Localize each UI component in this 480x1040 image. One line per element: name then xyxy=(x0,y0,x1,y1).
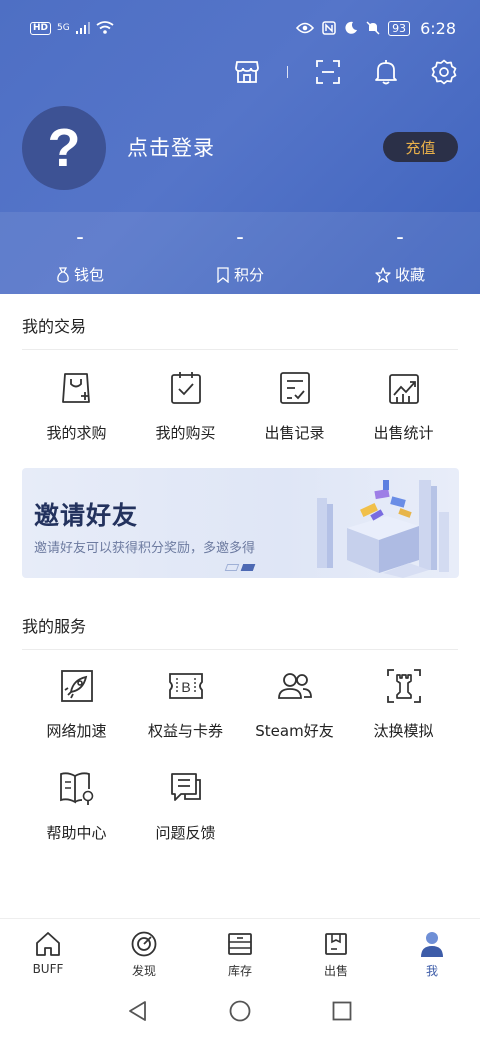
system-nav-bar xyxy=(0,986,480,1040)
service-item-label: 汰换模拟 xyxy=(373,722,434,740)
discover-icon xyxy=(129,929,159,959)
stat-value: – xyxy=(76,230,84,246)
sell-box-icon xyxy=(321,929,351,959)
rocket-icon xyxy=(57,666,97,706)
stat-label: 钱包 xyxy=(73,266,104,284)
stat-value: – xyxy=(236,230,244,246)
service-item-label: 帮助中心 xyxy=(46,824,107,842)
trade-item-label: 出售统计 xyxy=(373,424,434,442)
store-icon[interactable] xyxy=(233,58,261,86)
mute-bell-icon xyxy=(366,21,380,35)
stat-value: – xyxy=(396,230,404,246)
service-item-help-center[interactable]: 帮助中心 xyxy=(22,768,131,843)
banner-subtitle: 邀请好友可以获得积分奖励，多邀多得 xyxy=(34,541,256,556)
service-item-coupons[interactable]: B 权益与卡券 xyxy=(131,666,240,741)
banner-pagination xyxy=(224,564,256,571)
trade-item-sales-history[interactable]: 出售记录 xyxy=(240,368,349,443)
service-item-label: Steam好友 xyxy=(255,722,334,740)
clipboard-check-icon xyxy=(166,368,206,408)
trade-item-buy-orders[interactable]: 我的求购 xyxy=(22,368,131,443)
header-toolbar xyxy=(233,58,458,86)
stat-points[interactable]: – 积分 xyxy=(160,212,320,294)
eye-icon xyxy=(296,22,315,34)
gift-box-illustration xyxy=(317,480,449,578)
tab-sell[interactable]: 出售 xyxy=(288,919,384,986)
profile-header: HD 5G 93 6:28 ? 点击登录 充值 – 钱包 – 积分 – 收藏 xyxy=(0,0,480,294)
tab-label: 库存 xyxy=(227,964,252,978)
back-icon[interactable] xyxy=(127,1000,149,1026)
trade-item-label: 我的购买 xyxy=(155,424,216,442)
clock: 6:28 xyxy=(420,18,456,38)
friends-icon xyxy=(275,666,315,706)
divider xyxy=(22,349,458,350)
services-grid-row-2: 帮助中心 问题反馈 xyxy=(22,768,458,843)
service-item-feedback[interactable]: 问题反馈 xyxy=(131,768,240,843)
home-circle-icon[interactable] xyxy=(229,1000,251,1026)
service-item-label: 问题反馈 xyxy=(155,824,216,842)
avatar[interactable]: ? xyxy=(22,106,106,190)
chart-trend-icon xyxy=(384,368,424,408)
svg-text:B: B xyxy=(181,679,190,695)
scan-icon[interactable] xyxy=(314,58,342,86)
recharge-button[interactable]: 充值 xyxy=(383,132,458,162)
trades-grid: 我的求购 我的购买 出售记录 出售统计 xyxy=(22,368,458,443)
tab-label: 出售 xyxy=(323,964,348,978)
tab-inventory[interactable]: 库存 xyxy=(192,919,288,986)
home-icon xyxy=(33,929,63,959)
trade-item-sales-stats[interactable]: 出售统计 xyxy=(349,368,458,443)
invite-banner[interactable]: 邀请好友 邀请好友可以获得积分奖励，多邀多得 xyxy=(22,468,459,578)
toolbar-divider xyxy=(287,66,288,78)
feedback-icon xyxy=(166,768,206,808)
services-section-title: 我的服务 xyxy=(22,617,87,636)
stat-label: 积分 xyxy=(233,266,264,284)
nfc-icon xyxy=(322,21,336,35)
stat-label: 收藏 xyxy=(394,266,425,284)
status-bar: HD 5G 93 6:28 xyxy=(0,0,480,56)
points-icon xyxy=(217,266,229,283)
list-check-icon xyxy=(275,368,315,408)
star-icon xyxy=(375,266,391,283)
service-item-network-boost[interactable]: 网络加速 xyxy=(22,666,131,741)
service-item-steam-friends[interactable]: Steam好友 xyxy=(240,666,349,741)
service-item-tradeup-sim[interactable]: 汰换模拟 xyxy=(349,666,458,741)
trade-item-label: 出售记录 xyxy=(264,424,325,442)
chess-rook-icon xyxy=(384,666,424,706)
signal-icon xyxy=(75,22,90,34)
inventory-icon xyxy=(225,929,255,959)
recents-icon[interactable] xyxy=(331,1000,353,1026)
bottom-nav: BUFF 发现 库存 出售 我 xyxy=(0,918,480,986)
tab-discover[interactable]: 发现 xyxy=(96,919,192,986)
bell-icon[interactable] xyxy=(372,58,400,86)
stat-favorites[interactable]: – 收藏 xyxy=(320,212,480,294)
wallet-icon xyxy=(57,266,69,283)
bag-plus-icon xyxy=(57,368,97,408)
tab-buff[interactable]: BUFF xyxy=(0,919,96,986)
hd-badge: HD xyxy=(30,21,52,35)
service-item-label: 权益与卡券 xyxy=(147,722,223,740)
trades-section-title: 我的交易 xyxy=(22,317,87,336)
coupon-icon: B xyxy=(166,666,206,706)
trade-item-purchases[interactable]: 我的购买 xyxy=(131,368,240,443)
pagination-dot-active[interactable] xyxy=(240,564,256,571)
login-link[interactable]: 点击登录 xyxy=(127,132,215,162)
divider xyxy=(22,649,458,650)
help-book-icon xyxy=(57,768,97,808)
wifi-icon xyxy=(96,21,114,34)
tab-label: 发现 xyxy=(131,964,156,978)
tab-label: 我 xyxy=(425,964,438,978)
gear-icon[interactable] xyxy=(430,58,458,86)
service-item-label: 网络加速 xyxy=(46,722,107,740)
services-grid-row-1: 网络加速 B 权益与卡券 Steam好友 汰换模拟 xyxy=(22,666,458,741)
user-icon xyxy=(417,929,447,959)
battery-level: 93 xyxy=(388,20,411,36)
stat-wallet[interactable]: – 钱包 xyxy=(0,212,160,294)
trade-item-label: 我的求购 xyxy=(46,424,107,442)
banner-title: 邀请好友 xyxy=(34,501,139,530)
moon-icon xyxy=(345,21,358,34)
pagination-dot[interactable] xyxy=(224,564,240,571)
stats-bar: – 钱包 – 积分 – 收藏 xyxy=(0,212,480,294)
tab-label: BUFF xyxy=(32,962,64,976)
tab-me[interactable]: 我 xyxy=(384,919,480,986)
network-type: 5G xyxy=(57,23,70,33)
